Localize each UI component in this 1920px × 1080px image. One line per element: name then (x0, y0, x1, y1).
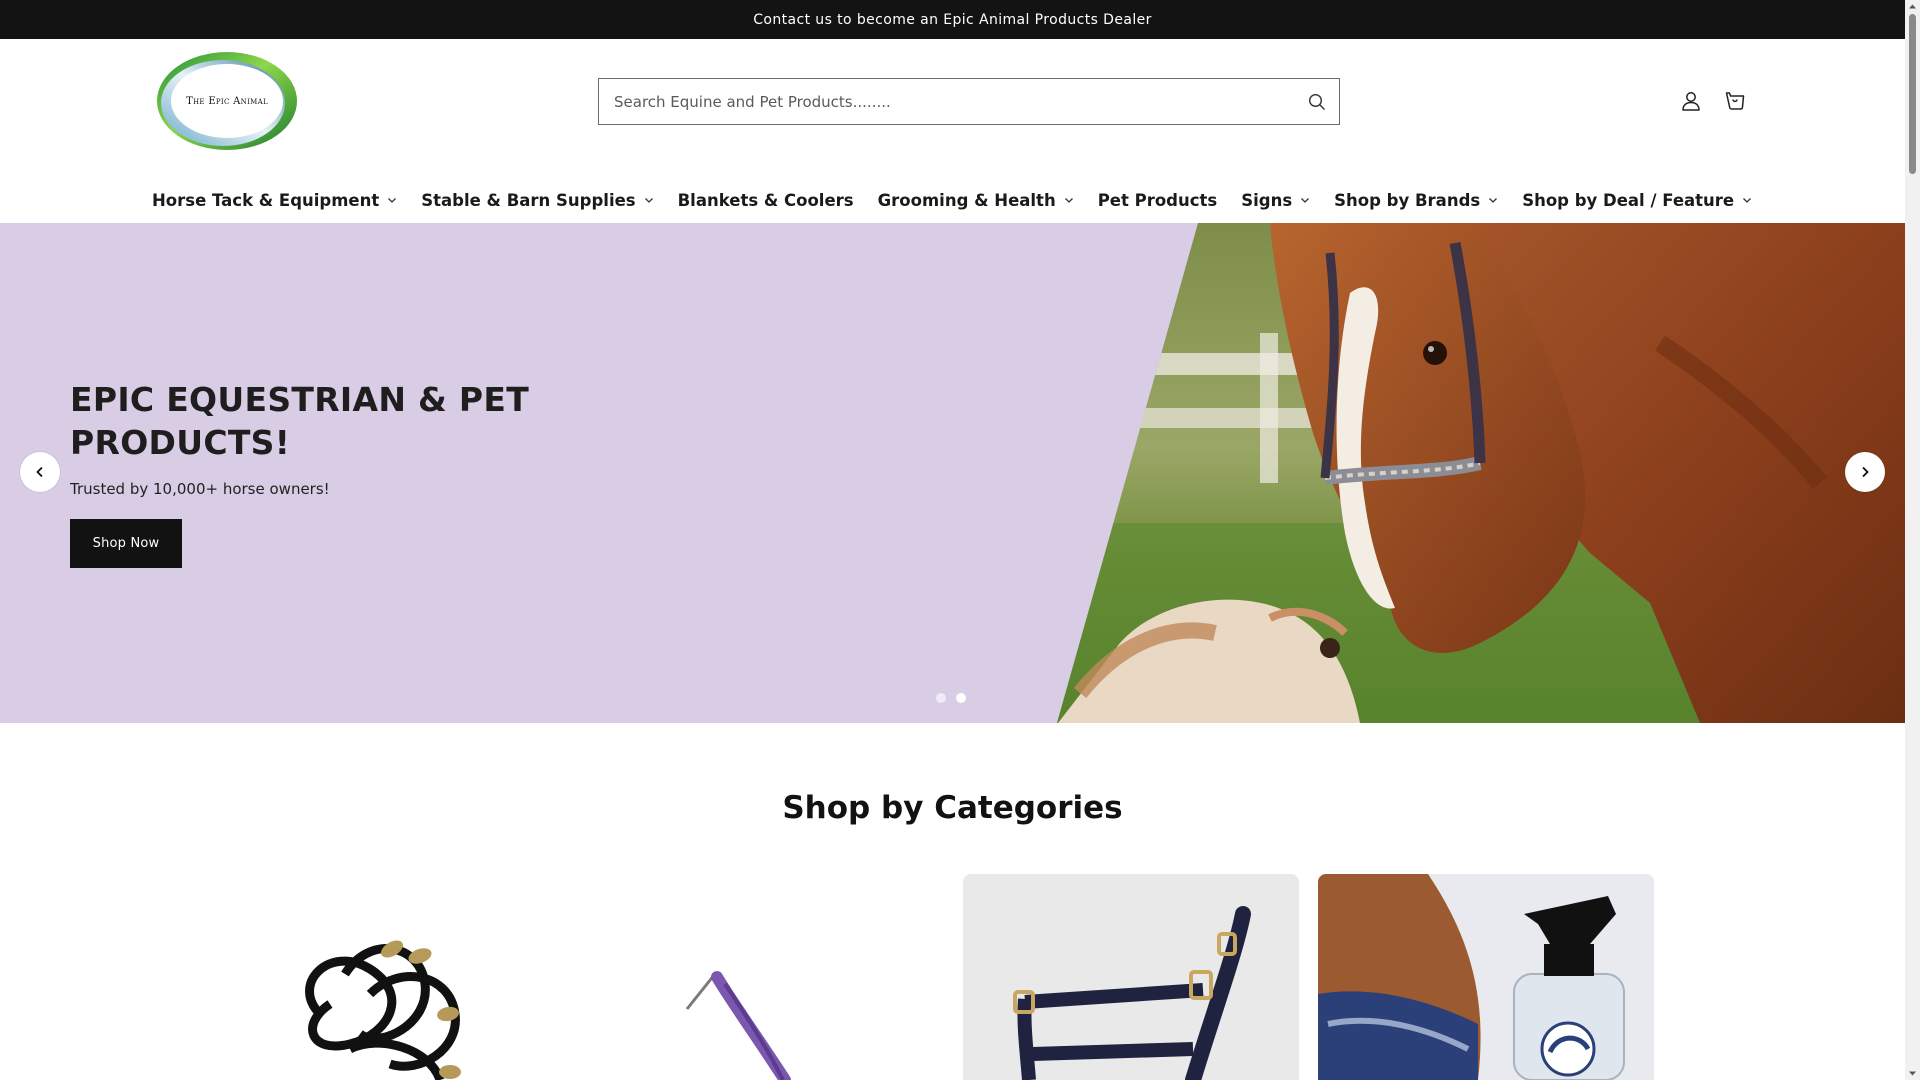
nav-blankets[interactable]: Blankets & Coolers (678, 191, 854, 210)
nav-label: Blankets & Coolers (677, 190, 854, 210)
chevron-left-icon (36, 466, 43, 478)
slide-dots (936, 693, 966, 703)
search-box[interactable] (598, 78, 1340, 125)
scrollbar-thumb[interactable] (1909, 14, 1916, 174)
chevron-down-icon (1488, 195, 1498, 205)
nav-label: Signs (1241, 190, 1293, 210)
categories-title: Shop by Categories (782, 790, 1123, 826)
category-card-2[interactable] (605, 874, 941, 1080)
site-header: The Epic Animal Horse Tack & Equipment S… (0, 39, 1905, 223)
search-button[interactable] (1305, 90, 1329, 114)
hero-title: EPIC EQUESTRIAN & PET PRODUCTS! (70, 380, 530, 462)
cart-button[interactable] (1721, 87, 1749, 115)
category-card-3[interactable] (963, 874, 1299, 1080)
nav-shop-brands[interactable]: Shop by Brands (1334, 191, 1498, 210)
hoof-pick-image (685, 971, 791, 1080)
cart-icon (1725, 92, 1745, 110)
shop-now-button[interactable]: Shop Now (70, 519, 182, 568)
hero-horse-dog-image (1057, 223, 1905, 723)
spray-bottle-image (1318, 874, 1654, 1080)
previous-slide-button[interactable] (20, 452, 60, 492)
nav-stable-barn[interactable]: Stable & Barn Supplies (421, 191, 653, 210)
main-nav: Horse Tack & Equipment Stable & Barn Sup… (152, 185, 1776, 215)
chevron-down-icon (387, 195, 397, 205)
nav-shop-deal[interactable]: Shop by Deal / Feature (1522, 191, 1752, 210)
search-input[interactable] (599, 79, 1279, 124)
slide-dot-1[interactable] (936, 693, 946, 703)
chevron-down-icon (1300, 195, 1310, 205)
logo[interactable]: The Epic Animal (153, 49, 301, 153)
halter-image (1013, 906, 1251, 1080)
nav-signs[interactable]: Signs (1241, 191, 1310, 210)
next-slide-button[interactable] (1845, 452, 1885, 492)
page-scrollbar[interactable] (1905, 0, 1920, 1080)
category-card-1[interactable] (250, 874, 586, 1080)
scroll-down-icon[interactable] (1908, 1069, 1917, 1078)
nav-grooming[interactable]: Grooming & Health (878, 191, 1074, 210)
chevron-right-icon (1862, 466, 1869, 478)
account-icon (1682, 92, 1700, 111)
nav-horse-tack[interactable]: Horse Tack & Equipment (152, 191, 397, 210)
scroll-up-icon[interactable] (1908, 2, 1917, 11)
search-icon (1308, 93, 1325, 110)
hero-subtitle: Trusted by 10,000+ horse owners! (70, 480, 330, 498)
nav-label: Grooming & Health (877, 190, 1056, 210)
logo-text: The Epic Animal (186, 95, 268, 107)
chevron-down-icon (1064, 195, 1074, 205)
nav-label: Horse Tack & Equipment (152, 190, 380, 210)
lead-ropes-image (305, 940, 461, 1080)
nav-label: Shop by Brands (1334, 190, 1481, 210)
nav-label: Shop by Deal / Feature (1522, 190, 1735, 210)
nav-pet-products[interactable]: Pet Products (1098, 191, 1218, 210)
category-card-4[interactable] (1318, 874, 1654, 1080)
nav-label: Pet Products (1097, 190, 1218, 210)
account-button[interactable] (1677, 87, 1705, 115)
chevron-down-icon (644, 195, 654, 205)
chevron-down-icon (1742, 195, 1752, 205)
slide-dot-2[interactable] (956, 693, 966, 703)
announcement-bar[interactable]: Contact us to become an Epic Animal Prod… (0, 0, 1905, 39)
nav-label: Stable & Barn Supplies (421, 190, 636, 210)
announcement-text[interactable]: Contact us to become an Epic Animal Prod… (753, 12, 1152, 28)
hero-slideshow: EPIC EQUESTRIAN & PET PRODUCTS! Trusted … (0, 223, 1905, 723)
